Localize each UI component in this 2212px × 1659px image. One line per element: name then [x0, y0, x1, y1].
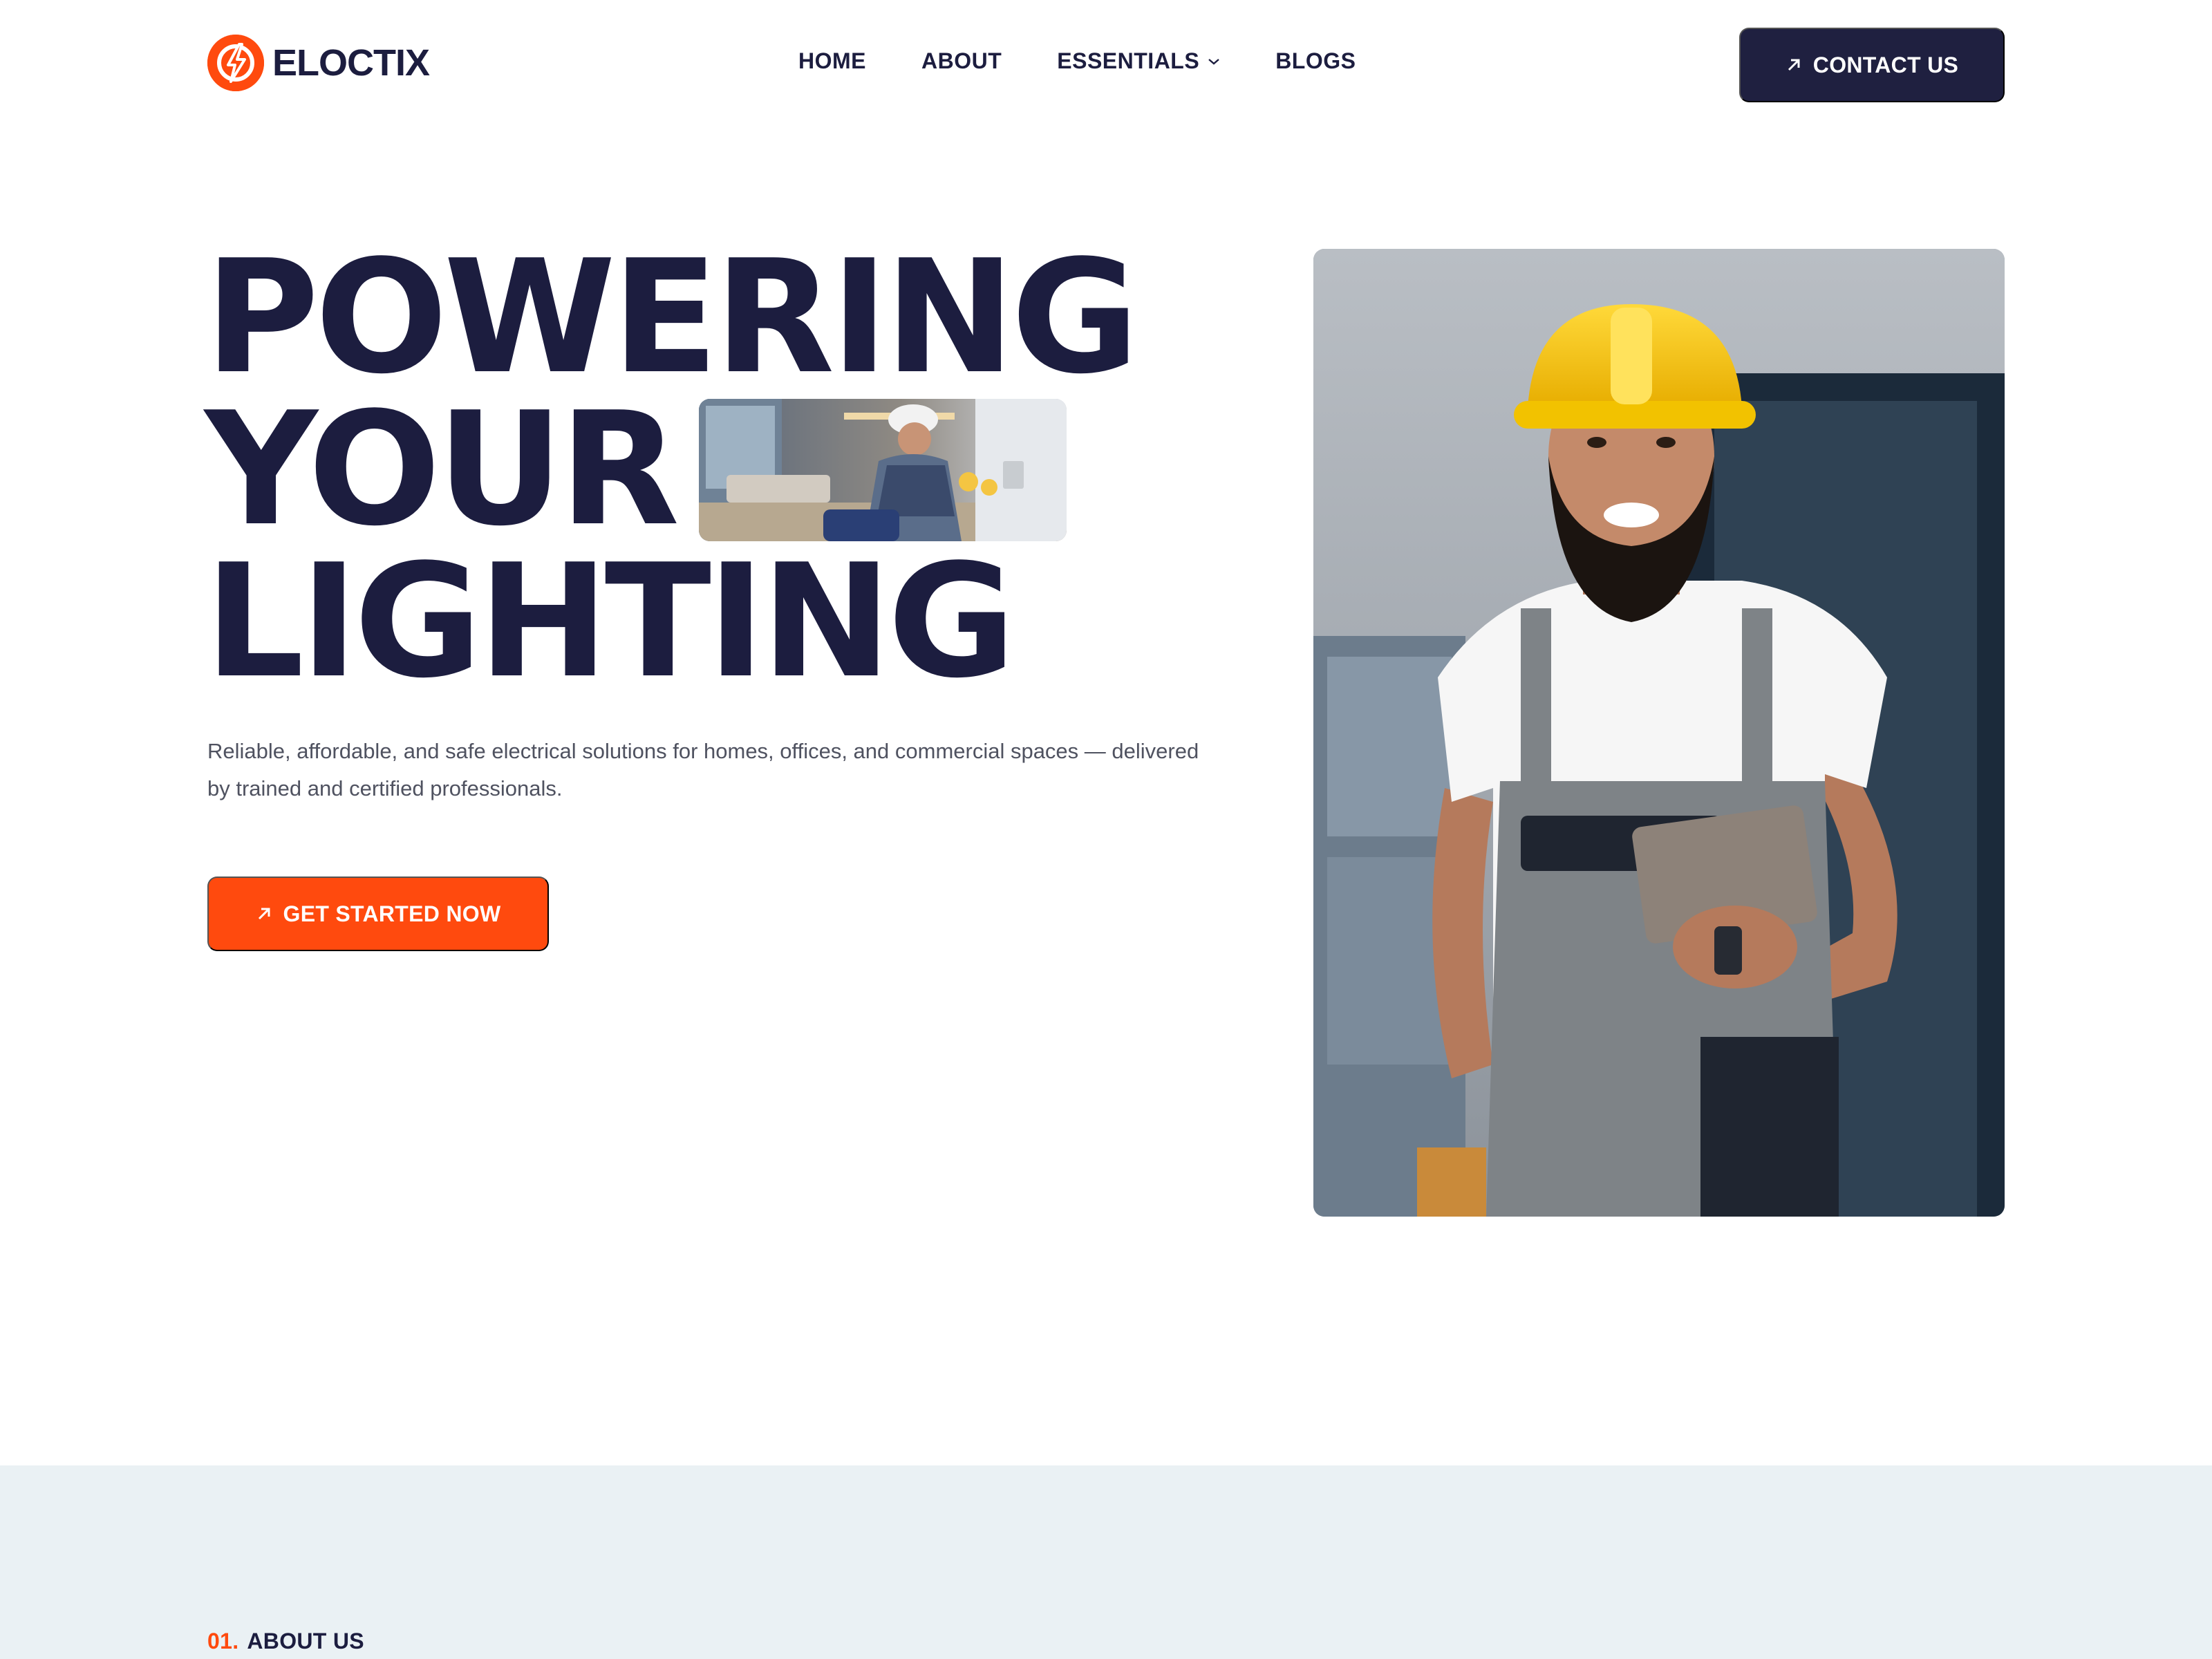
about-section: 01. ABOUT US — [0, 1465, 2212, 1659]
about-section-title: ABOUT US — [247, 1629, 364, 1653]
page: ELOCTIX HOME ABOUT ESSENTIALS BLOGS CONT… — [0, 0, 2212, 1659]
logo-text: ELOCTIX — [272, 42, 430, 84]
electrician-working-image — [699, 399, 1067, 541]
electrician-portrait-image — [1313, 249, 2005, 1217]
hero-line-2-text: YOUR — [205, 379, 679, 561]
hero-line-3: LIGHTING — [205, 531, 1016, 713]
contact-us-label: CONTACT US — [1812, 52, 1959, 77]
arrow-up-right-icon — [256, 906, 272, 922]
nav-essentials-label: ESSENTIALS — [1057, 48, 1200, 73]
nav-essentials[interactable]: ESSENTIALS — [1057, 48, 1220, 74]
hero-line-2: YOUR — [205, 379, 1135, 561]
hero-subtitle: Reliable, affordable, and safe electrica… — [207, 739, 1199, 800]
about-section-label: 01. ABOUT US — [207, 1629, 364, 1654]
arrow-up-right-icon — [1785, 57, 1802, 73]
hero-heading: POWERING YOUR LIGHTING — [205, 227, 1139, 713]
chevron-down-icon — [1208, 57, 1220, 66]
get-started-label: GET STARTED NOW — [283, 901, 501, 926]
about-section-number: 01. — [207, 1629, 239, 1653]
lightning-bolt-circle-icon — [207, 35, 264, 91]
main-nav: HOME ABOUT ESSENTIALS BLOGS — [798, 48, 1356, 74]
hero-line-1: POWERING — [205, 227, 1139, 409]
logo[interactable]: ELOCTIX — [207, 35, 430, 91]
nav-blogs[interactable]: BLOGS — [1275, 48, 1356, 74]
get-started-button[interactable]: GET STARTED NOW — [207, 877, 549, 951]
nav-home[interactable]: HOME — [798, 48, 866, 74]
contact-us-button[interactable]: CONTACT US — [1739, 28, 2005, 102]
nav-about[interactable]: ABOUT — [921, 48, 1002, 74]
site-header: ELOCTIX HOME ABOUT ESSENTIALS BLOGS CONT… — [207, 28, 2005, 102]
